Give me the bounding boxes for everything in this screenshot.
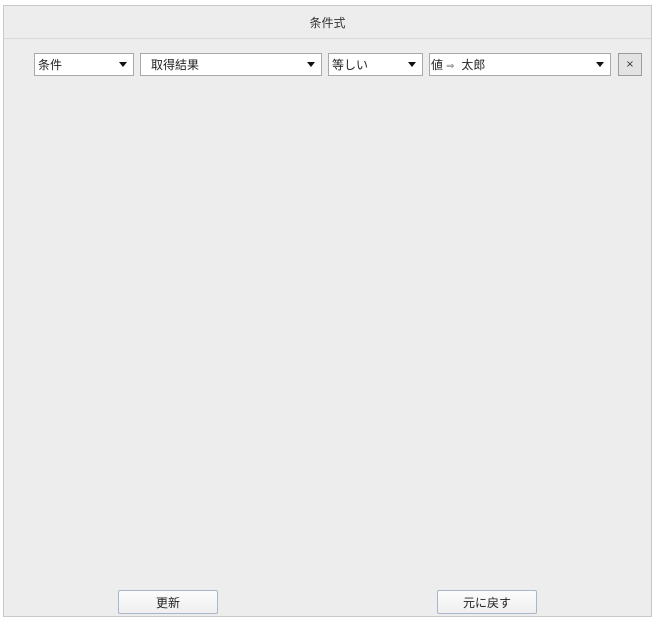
chevron-down-icon — [402, 54, 422, 75]
condition-source-dropdown[interactable]: 取得結果 — [140, 53, 322, 76]
arrow-right-icon: ⇒ — [446, 61, 455, 72]
condition-operator-dropdown[interactable]: 等しい — [328, 53, 423, 76]
revert-button[interactable]: 元に戻す — [437, 590, 537, 614]
update-button[interactable]: 更新 — [118, 590, 218, 614]
condition-value-display: 値 ⇒ 太郎 — [430, 56, 590, 73]
condition-value-text: 太郎 — [461, 58, 486, 72]
condition-operator-value: 等しい — [332, 58, 369, 72]
close-icon: × — [625, 59, 635, 70]
dialog-title: 条件式 — [4, 6, 651, 39]
condition-dialog: 条件式 条件 取得結果 等しい 値 ⇒ 太郎 × 更新 元に戻す — [3, 5, 652, 617]
condition-field-value: 条件 — [38, 58, 63, 72]
remove-condition-button[interactable]: × — [618, 53, 642, 76]
chevron-down-icon — [301, 54, 321, 75]
chevron-down-icon — [113, 54, 133, 75]
condition-field-dropdown[interactable]: 条件 — [34, 53, 134, 76]
condition-value-dropdown[interactable]: 値 ⇒ 太郎 — [429, 53, 611, 76]
condition-source-value: 取得結果 — [151, 58, 200, 72]
value-prefix-label: 値 — [431, 58, 444, 72]
chevron-down-icon — [590, 54, 610, 75]
